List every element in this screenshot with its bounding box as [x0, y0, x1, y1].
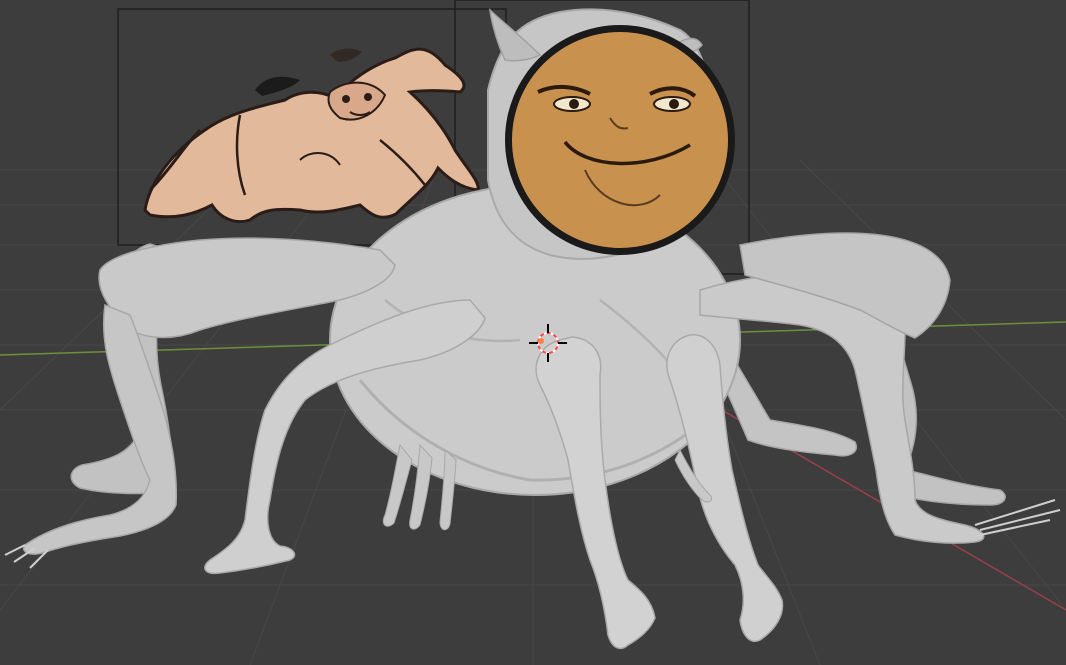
face-decal-image	[505, 25, 735, 255]
3d-viewport[interactable]	[0, 0, 1066, 665]
viewport-scene[interactable]	[0, 0, 1066, 665]
concept-sketch-image	[143, 47, 480, 224]
